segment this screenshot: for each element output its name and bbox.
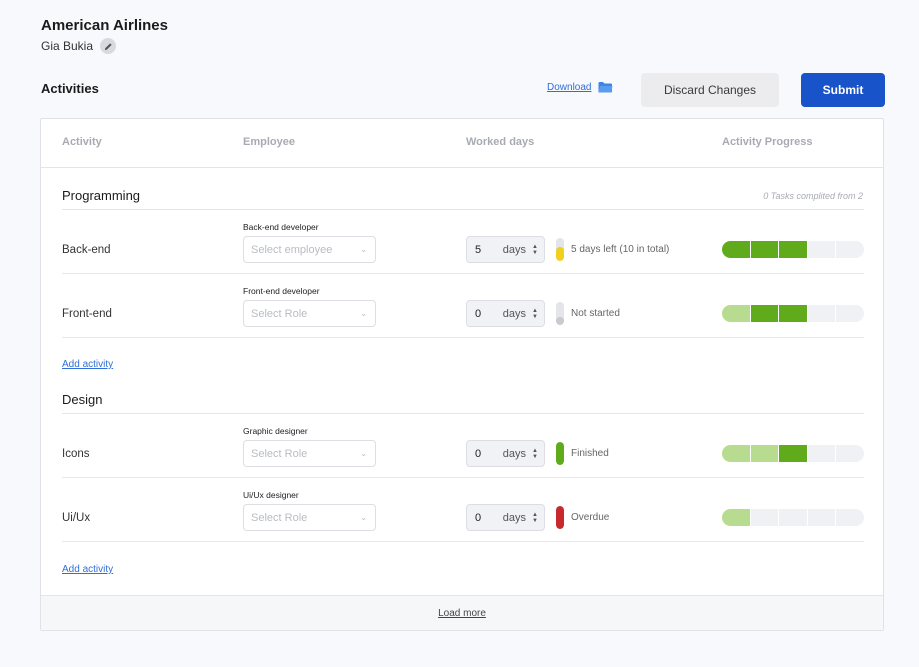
status-text: Not started xyxy=(571,308,620,319)
progress-segment xyxy=(807,509,836,526)
role-label: Back-end developer xyxy=(243,222,319,232)
activity-name: Front-end xyxy=(62,308,112,320)
user-row: Gia Bukia xyxy=(41,38,117,54)
status-text: 5 days left (10 in total) xyxy=(571,244,670,255)
download-link[interactable]: Download xyxy=(547,81,613,93)
worked-days-stepper[interactable]: 0 days ▲ ▼ xyxy=(466,440,545,467)
progress-segment xyxy=(722,305,750,322)
role-select[interactable]: Select Role ⌄ xyxy=(243,440,376,467)
add-activity-link[interactable]: Add activity xyxy=(62,564,113,575)
worked-days-stepper[interactable]: 5 days ▲ ▼ xyxy=(466,236,545,263)
download-label: Download xyxy=(547,81,592,93)
activity-progress-bar xyxy=(722,305,864,322)
select-placeholder: Select Role xyxy=(251,307,308,320)
status-text: Overdue xyxy=(571,512,610,523)
days-value[interactable]: 0 xyxy=(475,448,495,460)
group-title-programming: Programming xyxy=(62,188,141,203)
progress-segment xyxy=(750,509,779,526)
progress-segment xyxy=(779,445,807,462)
days-unit: days xyxy=(502,511,527,524)
progress-segment xyxy=(779,305,807,322)
activity-name: Icons xyxy=(62,448,90,460)
stepper-arrows-icon[interactable]: ▲ ▼ xyxy=(532,308,538,320)
status-text: Finished xyxy=(571,448,609,459)
status-indicator xyxy=(556,302,564,325)
progress-segment xyxy=(807,305,836,322)
days-unit: days xyxy=(502,243,527,256)
divider xyxy=(62,477,864,478)
column-header-worked-days: Worked days xyxy=(466,136,535,148)
column-header-activity-progress: Activity Progress xyxy=(722,136,813,148)
progress-segment xyxy=(722,509,750,526)
user-name: Gia Bukia xyxy=(41,39,94,53)
employee-select[interactable]: Select employee ⌄ xyxy=(243,236,376,263)
progress-segment xyxy=(807,445,836,462)
add-activity-link[interactable]: Add activity xyxy=(62,359,113,370)
stepper-arrows-icon[interactable]: ▲ ▼ xyxy=(532,448,538,460)
progress-segment xyxy=(807,241,836,258)
chevron-down-icon: ⌄ xyxy=(360,513,367,522)
status-indicator xyxy=(556,442,564,465)
load-more-link[interactable]: Load more xyxy=(438,608,486,619)
group-summary: 0 Tasks complited from 2 xyxy=(763,191,863,201)
days-unit: days xyxy=(502,307,527,320)
divider xyxy=(62,209,864,210)
submit-button[interactable]: Submit xyxy=(801,73,885,107)
progress-segment xyxy=(750,305,779,322)
progress-segment xyxy=(750,241,779,258)
pencil-icon[interactable] xyxy=(100,38,117,54)
progress-segment xyxy=(779,509,807,526)
activity-progress-bar xyxy=(722,509,864,526)
section-title: Activities xyxy=(41,81,99,96)
activities-panel: Activity Employee Worked days Activity P… xyxy=(40,118,884,631)
activity-progress-bar xyxy=(722,445,864,462)
progress-segment xyxy=(836,445,864,462)
progress-segment xyxy=(836,509,864,526)
status-indicator xyxy=(556,506,564,529)
days-value[interactable]: 0 xyxy=(475,308,495,320)
days-value[interactable]: 0 xyxy=(475,512,495,524)
group-title-design: Design xyxy=(62,392,103,407)
progress-segment xyxy=(836,241,864,258)
select-placeholder: Select Role xyxy=(251,511,308,524)
folder-icon xyxy=(598,82,613,93)
select-placeholder: Select Role xyxy=(251,447,308,460)
days-value[interactable]: 5 xyxy=(475,244,495,256)
progress-segment xyxy=(722,241,750,258)
divider xyxy=(62,541,864,542)
progress-segment xyxy=(722,445,750,462)
chevron-down-icon: ⌄ xyxy=(360,449,367,458)
role-label: Front-end developer xyxy=(243,286,320,296)
days-unit: days xyxy=(502,447,527,460)
progress-segment xyxy=(836,305,864,322)
activity-name: Ui/Ux xyxy=(62,512,91,524)
company-title: American Airlines xyxy=(41,17,168,34)
progress-segment xyxy=(779,241,807,258)
divider xyxy=(62,337,864,338)
role-label: Graphic designer xyxy=(243,426,308,436)
worked-days-stepper[interactable]: 0 days ▲ ▼ xyxy=(466,300,545,327)
activity-progress-bar xyxy=(722,241,864,258)
table-footer: Load more xyxy=(41,595,883,630)
role-select[interactable]: Select Role ⌄ xyxy=(243,504,376,531)
worked-days-stepper[interactable]: 0 days ▲ ▼ xyxy=(466,504,545,531)
stepper-arrows-icon[interactable]: ▲ ▼ xyxy=(532,244,538,256)
select-placeholder: Select employee xyxy=(251,243,333,256)
status-indicator xyxy=(556,238,564,261)
activity-name: Back-end xyxy=(62,244,111,256)
chevron-down-icon: ⌄ xyxy=(360,245,367,254)
column-header-employee: Employee xyxy=(243,136,295,148)
divider xyxy=(62,273,864,274)
table-header: Activity Employee Worked days Activity P… xyxy=(41,119,883,168)
role-label: Ui/Ux designer xyxy=(243,490,299,500)
discard-changes-button[interactable]: Discard Changes xyxy=(641,73,779,107)
column-header-activity: Activity xyxy=(62,136,102,148)
role-select[interactable]: Select Role ⌄ xyxy=(243,300,376,327)
progress-segment xyxy=(750,445,779,462)
divider xyxy=(62,413,864,414)
stepper-arrows-icon[interactable]: ▲ ▼ xyxy=(532,512,538,524)
chevron-down-icon: ⌄ xyxy=(360,309,367,318)
